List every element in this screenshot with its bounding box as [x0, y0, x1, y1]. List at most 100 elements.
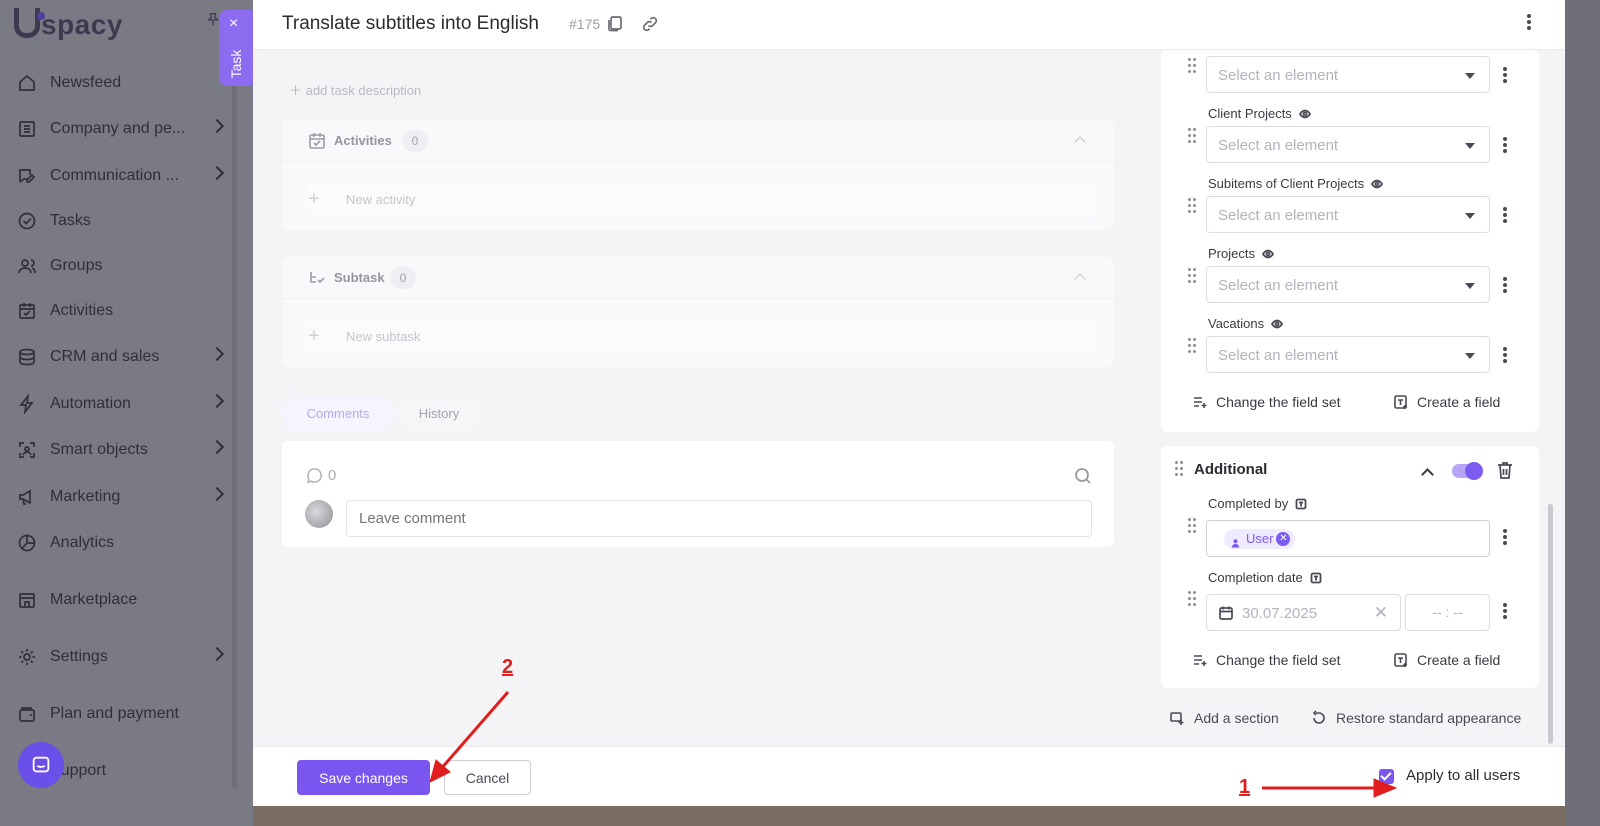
- sidebar-item-tasks[interactable]: Tasks: [16, 204, 228, 238]
- subtask-header[interactable]: Subtask 0: [282, 257, 1114, 299]
- sidebar-item-activities[interactable]: Activities: [16, 294, 228, 328]
- comment-count-value: 0: [328, 467, 337, 484]
- pie-chart-icon: [16, 532, 38, 554]
- sidebar-item-marketplace[interactable]: Marketplace: [16, 583, 228, 617]
- field-more-icon[interactable]: [1503, 347, 1507, 363]
- completion-date-input[interactable]: 30.07.2025 ✕: [1206, 594, 1401, 631]
- new-activity-row[interactable]: + New activity: [306, 184, 1096, 214]
- sidebar-item-company[interactable]: Company and pe...: [16, 112, 228, 146]
- eye-icon: [1261, 248, 1275, 260]
- save-changes-button[interactable]: Save changes: [297, 760, 430, 795]
- section-toggle[interactable]: [1452, 462, 1483, 480]
- megaphone-icon: [16, 486, 38, 508]
- close-icon[interactable]: ×: [229, 16, 238, 32]
- task-tab[interactable]: × Task: [219, 10, 253, 86]
- chat-support-button[interactable]: [18, 742, 64, 788]
- cancel-button[interactable]: Cancel: [444, 760, 531, 795]
- change-field-set-link[interactable]: Change the field set: [1192, 652, 1341, 668]
- field-label-client-projects: Client Projects: [1208, 106, 1311, 121]
- create-field-link[interactable]: Create a field: [1393, 394, 1500, 410]
- sidebar-item-label: Activities: [50, 302, 114, 319]
- change-field-set-link[interactable]: Change the field set: [1192, 394, 1341, 410]
- sidebar-item-marketing[interactable]: Marketing: [16, 480, 228, 514]
- subitems-select[interactable]: Select an element: [1206, 196, 1490, 233]
- sidebar-item-settings[interactable]: Settings: [16, 640, 228, 674]
- restore-icon: [1312, 710, 1325, 724]
- new-activity-placeholder: New activity: [346, 192, 416, 207]
- add-section-link[interactable]: Add a section: [1169, 710, 1279, 726]
- drag-handle-icon[interactable]: [1188, 591, 1198, 607]
- trash-icon[interactable]: [1496, 461, 1514, 480]
- sidebar-item-label: Groups: [50, 257, 103, 274]
- activities-header[interactable]: Activities 0: [282, 120, 1114, 162]
- sidebar-item-newsfeed[interactable]: Newsfeed: [16, 66, 228, 100]
- caret-down-icon: [1465, 353, 1475, 359]
- sidebar-item-analytics[interactable]: Analytics: [16, 526, 228, 560]
- sidebar-item-plan[interactable]: Plan and payment: [16, 697, 228, 731]
- remove-chip-icon[interactable]: ✕: [1276, 532, 1291, 546]
- vacations-select[interactable]: Select an element: [1206, 336, 1490, 373]
- projects-select[interactable]: Select an element: [1206, 266, 1490, 303]
- sidebar-item-crm[interactable]: CRM and sales: [16, 340, 228, 374]
- tab-comments[interactable]: Comments: [282, 397, 394, 431]
- chevron-up-icon[interactable]: [1074, 136, 1086, 148]
- info-box-icon: [1310, 572, 1322, 584]
- restore-appearance-link[interactable]: Restore standard appearance: [1311, 710, 1521, 726]
- sidebar-scrollbar[interactable]: [232, 58, 237, 788]
- calendar-check-icon: [16, 300, 38, 322]
- window-bottom-strip: [253, 806, 1565, 826]
- completed-by-input[interactable]: User ✕: [1206, 520, 1490, 557]
- field-more-icon[interactable]: [1503, 277, 1507, 293]
- field-more-icon[interactable]: [1503, 207, 1507, 223]
- activities-card: Activities 0 + New activity: [282, 120, 1114, 230]
- apply-to-all-label[interactable]: Apply to all users: [1406, 767, 1520, 784]
- field-more-icon[interactable]: [1503, 67, 1507, 83]
- drag-handle-icon[interactable]: [1188, 268, 1198, 284]
- plus-icon: +: [308, 188, 320, 210]
- field-more-icon[interactable]: [1503, 137, 1507, 153]
- comment-input[interactable]: [346, 500, 1092, 537]
- chevron-up-icon[interactable]: [1421, 468, 1434, 481]
- drag-handle-icon[interactable]: [1188, 128, 1198, 144]
- drag-handle-icon[interactable]: [1188, 58, 1198, 74]
- tab-history[interactable]: History: [396, 397, 482, 431]
- comment-count: 0: [306, 467, 336, 484]
- eye-icon: [1298, 108, 1311, 120]
- add-description-link[interactable]: ＋ add task description: [289, 80, 421, 99]
- drag-handle-icon[interactable]: [1188, 198, 1198, 214]
- pin-icon[interactable]: [206, 12, 220, 26]
- new-subtask-row[interactable]: + New subtask: [306, 321, 1096, 351]
- panel-scrollbar[interactable]: [1548, 504, 1553, 744]
- subtask-count-badge: 0: [390, 267, 416, 289]
- field-more-icon[interactable]: [1503, 529, 1507, 545]
- drag-handle-icon[interactable]: [1175, 461, 1185, 477]
- list-plus-icon: [1194, 655, 1207, 666]
- sidebar-item-smart-objects[interactable]: Smart objects: [16, 433, 228, 467]
- sidebar-item-communication[interactable]: Communication ...: [16, 159, 228, 193]
- client-projects-select[interactable]: Select an element: [1206, 126, 1490, 163]
- copy-icon[interactable]: [606, 14, 624, 32]
- field-select[interactable]: Select an element: [1206, 56, 1490, 93]
- drag-handle-icon[interactable]: [1188, 338, 1198, 354]
- task-title[interactable]: Translate subtitles into English: [282, 13, 539, 35]
- user-chip[interactable]: User ✕: [1224, 529, 1296, 549]
- gear-icon: [16, 646, 38, 668]
- clear-icon[interactable]: ✕: [1374, 603, 1388, 623]
- drag-handle-icon[interactable]: [1188, 518, 1198, 534]
- info-box-icon: [1295, 498, 1307, 510]
- completion-time-input[interactable]: -- : --: [1405, 594, 1490, 631]
- sidebar-item-groups[interactable]: Groups: [16, 249, 228, 283]
- activities-count-badge: 0: [402, 130, 428, 152]
- link-icon[interactable]: [640, 14, 660, 34]
- create-field-link[interactable]: Create a field: [1393, 652, 1500, 668]
- search-icon[interactable]: [1074, 467, 1092, 485]
- more-options-icon[interactable]: [1527, 14, 1533, 34]
- field-more-icon[interactable]: [1503, 603, 1507, 619]
- apply-to-all-checkbox[interactable]: [1379, 769, 1394, 784]
- sidebar-item-label: Smart objects: [50, 441, 148, 458]
- building-icon: [16, 118, 38, 140]
- additional-section: Additional Completed by User ✕ Completio…: [1161, 446, 1539, 688]
- app-logo[interactable]: spacy: [14, 8, 123, 41]
- chevron-up-icon[interactable]: [1074, 273, 1086, 285]
- sidebar-item-automation[interactable]: Automation: [16, 387, 228, 421]
